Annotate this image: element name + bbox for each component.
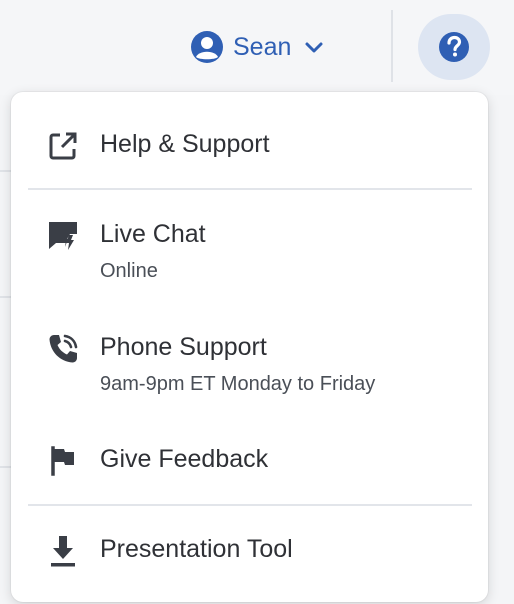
menu-divider <box>28 504 472 506</box>
chat-bubble-icon <box>46 219 80 253</box>
menu-item-give-feedback[interactable]: Give Feedback <box>11 430 488 492</box>
menu-item-phone-support[interactable]: Phone Support 9am-9pm ET Monday to Frida… <box>11 316 488 406</box>
header-divider <box>391 10 393 82</box>
user-menu-button[interactable]: Sean <box>190 29 324 65</box>
external-link-icon <box>46 129 80 163</box>
menu-item-label: Phone Support <box>100 333 267 361</box>
menu-divider <box>28 188 472 190</box>
chevron-down-icon <box>305 42 323 53</box>
flag-icon <box>46 444 80 478</box>
menu-item-label: Presentation Tool <box>100 535 293 563</box>
user-name: Sean <box>233 32 292 61</box>
help-dropdown-menu: Help & Support Live Chat Online Phone Su… <box>11 92 488 602</box>
menu-item-label: Give Feedback <box>100 445 269 473</box>
question-circle-icon <box>439 32 469 62</box>
phone-call-icon <box>46 332 80 366</box>
menu-item-live-chat[interactable]: Live Chat Online <box>11 204 488 292</box>
phone-support-hours: 9am-9pm ET Monday to Friday <box>100 373 376 395</box>
help-button[interactable] <box>418 14 490 80</box>
menu-item-label: Live Chat <box>100 220 206 248</box>
user-circle-icon <box>191 31 223 63</box>
menu-item-help-support[interactable]: Help & Support <box>11 112 488 182</box>
live-chat-status: Online <box>100 260 158 282</box>
download-icon <box>46 534 80 568</box>
top-bar: Sean <box>0 0 514 95</box>
menu-item-label: Help & Support <box>100 130 270 158</box>
menu-item-presentation-tool[interactable]: Presentation Tool <box>11 520 488 586</box>
